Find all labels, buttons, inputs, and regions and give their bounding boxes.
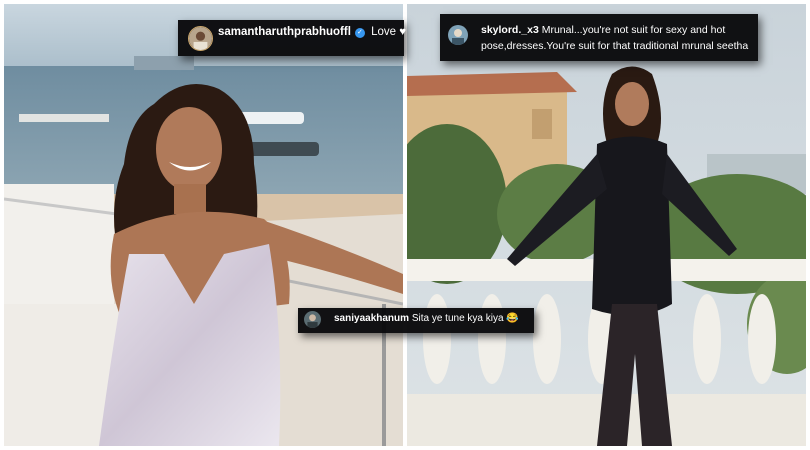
comment-text: Sita ye tune kya kiya	[411, 313, 504, 324]
comment-username[interactable]: skylord._x3	[481, 24, 539, 36]
comment-line-1: skylord._x3 Mrunal...you're not suit for…	[481, 24, 725, 36]
comment-username[interactable]: saniyaakhanum	[334, 313, 409, 324]
comment-skylord: skylord._x3 Mrunal...you're not suit for…	[440, 14, 758, 61]
heart-emoji: ♥	[399, 26, 407, 38]
avatar[interactable]	[448, 25, 468, 45]
laughing-emoji: 😂	[506, 313, 519, 324]
comment-saniyaakhanum: saniyaakhanum Sita ye tune kya kiya 😂	[298, 308, 534, 333]
left-photo	[4, 4, 403, 446]
left-photo-scene	[4, 4, 403, 446]
comment-line: saniyaakhanum Sita ye tune kya kiya 😂	[334, 313, 519, 324]
verified-check-icon: ✓	[354, 28, 365, 38]
comment-text-line-2: pose,dresses.You're suit for that tradit…	[481, 40, 749, 52]
right-photo-scene	[407, 4, 806, 446]
avatar[interactable]	[304, 311, 321, 328]
avatar[interactable]	[188, 26, 213, 51]
comment-text: Love	[371, 26, 397, 38]
right-photo	[407, 4, 806, 446]
comment-username[interactable]: samantharuthprabhuoffl	[218, 26, 351, 38]
comment-text-line-1: Mrunal...you're not suit for sexy and ho…	[541, 24, 726, 36]
comment-samantharuthprabhuoffl: samantharuthprabhuoffl ✓ Love ♥	[178, 20, 406, 56]
comment-line: samantharuthprabhuoffl ✓ Love ♥	[218, 26, 406, 38]
